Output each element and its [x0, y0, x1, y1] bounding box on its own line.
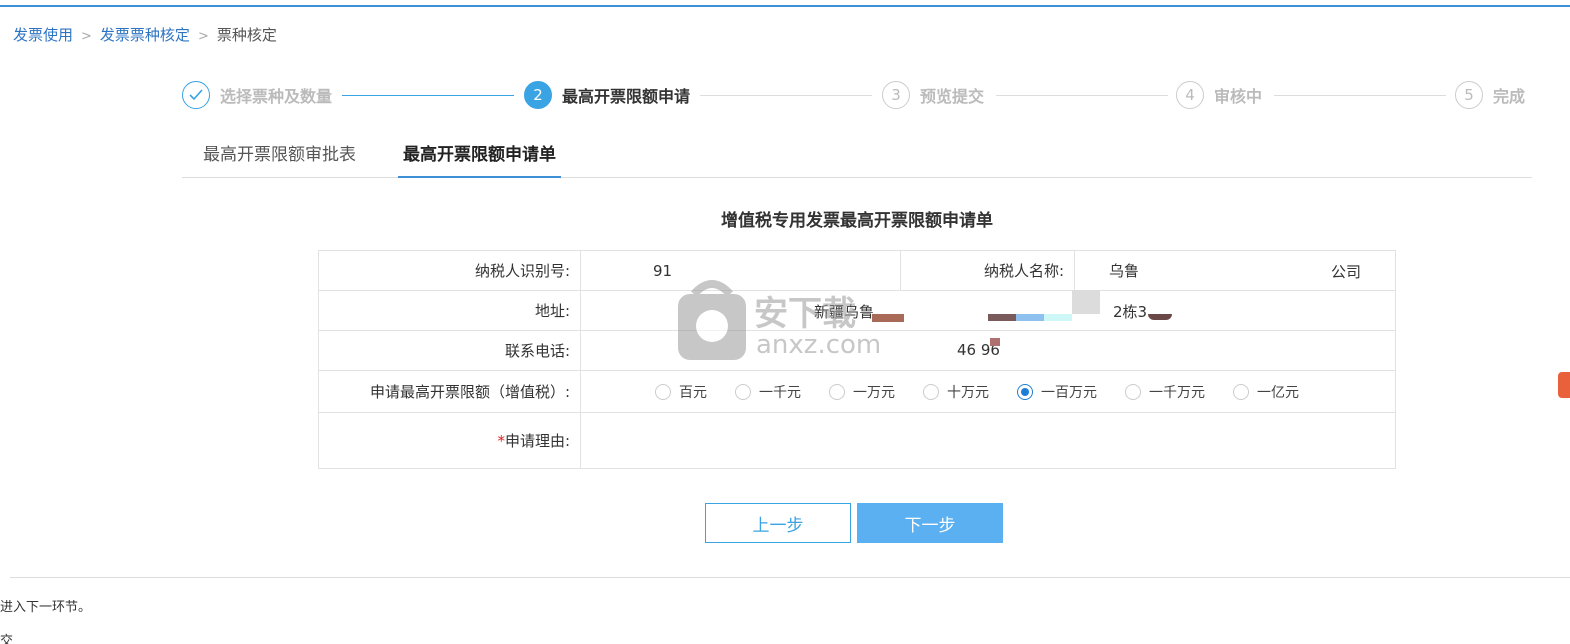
step-1: 选择票种及数量 [182, 80, 332, 110]
breadcrumb-current: 票种核定 [216, 26, 277, 44]
reason-input[interactable] [580, 412, 1396, 469]
step-label: 完成 [1493, 87, 1526, 106]
step-2: 2 最高开票限额申请 [524, 80, 690, 110]
step-5: 5 完成 [1455, 80, 1525, 110]
step-number: 5 [1455, 81, 1483, 109]
breadcrumb-link-invoice-type-approval[interactable]: 发票票种核定 [100, 26, 190, 44]
form-title: 增值税专用发票最高开票限额申请单 [721, 211, 993, 231]
limit-options-cell: 百元 一千元 一万元 十万元 一百万元 一千万元 一亿元 [580, 370, 1396, 413]
step-number: 3 [882, 81, 910, 109]
redaction-block [1148, 314, 1172, 320]
radio-label: 一百万元 [1041, 384, 1097, 401]
step-4: 4 审核中 [1176, 80, 1262, 110]
tab-application-form[interactable]: 最高开票限额申请单 [398, 138, 561, 178]
required-mark: * [497, 432, 505, 450]
taxpayer-id-label: 纳税人识别号: [318, 250, 581, 291]
step-label: 审核中 [1214, 87, 1263, 106]
redaction-block [988, 314, 1016, 321]
radio-circle[interactable] [1233, 383, 1249, 400]
redaction-block [872, 314, 904, 322]
radio-label: 一千元 [759, 384, 801, 401]
radio-label: 十万元 [947, 384, 989, 401]
top-accent-line [0, 5, 1570, 7]
tab-approval-form[interactable]: 最高开票限额审批表 [198, 138, 361, 178]
divider [10, 577, 1570, 578]
breadcrumb-link-invoice-use[interactable]: 发票使用 [13, 26, 73, 44]
radio-option-hundred-million[interactable]: 一亿元 [1233, 382, 1299, 402]
table-row: 联系电话: 46 96 [318, 330, 1396, 371]
taxpayer-name-value: 乌鲁 [1109, 262, 1140, 280]
breadcrumb: 发票使用 > 发票票种核定 > 票种核定 [13, 24, 277, 45]
step-number: 2 [524, 81, 552, 109]
breadcrumb-separator: > [197, 29, 209, 44]
radio-label: 百元 [679, 384, 707, 401]
radio-circle-selected[interactable] [1017, 383, 1033, 400]
progress-stepper: 选择票种及数量 2 最高开票限额申请 3 预览提交 4 审核中 5 完成 [182, 80, 1532, 112]
table-row: *申请理由: [318, 412, 1396, 469]
radio-circle[interactable] [923, 383, 939, 400]
redaction-block [1016, 314, 1044, 321]
radio-circle[interactable] [1125, 383, 1141, 400]
radio-circle[interactable] [735, 383, 751, 400]
limit-label: 申请最高开票限额（增值税）: [318, 370, 581, 413]
footer-note: 进入下一环节。 [0, 600, 92, 615]
side-float-icon[interactable] [1558, 372, 1570, 398]
step-connector [996, 95, 1168, 96]
table-row: 申请最高开票限额（增值税）: 百元 一千元 一万元 十万元 一百万元 一千万元 … [318, 370, 1396, 413]
table-row: 地址: 新疆乌鲁 2栋3 [318, 290, 1396, 331]
taxpayer-name-suffix: 公司 [1330, 263, 1361, 281]
radio-option-million[interactable]: 一百万元 [1017, 382, 1097, 402]
radio-label: 一千万元 [1149, 384, 1205, 401]
phone-cell: 46 96 [580, 330, 1396, 371]
address-cell: 新疆乌鲁 2栋3 [580, 290, 1396, 331]
step-connector [342, 95, 514, 96]
radio-circle[interactable] [655, 383, 671, 400]
prev-step-button[interactable]: 上一步 [705, 503, 851, 543]
step-3: 3 预览提交 [882, 80, 984, 110]
limit-radio-group: 百元 一千元 一万元 十万元 一百万元 一千万元 一亿元 [581, 372, 1395, 412]
application-form-table: 纳税人识别号: 91 纳税人名称: 乌鲁 公司 地址: 新疆乌鲁 2栋3 联系电… [318, 250, 1396, 469]
address-label: 地址: [318, 290, 581, 331]
step-connector [1274, 95, 1446, 96]
radio-label: 一亿元 [1257, 384, 1299, 401]
radio-option-hundred[interactable]: 百元 [655, 382, 707, 402]
radio-option-hundred-thousand[interactable]: 十万元 [923, 382, 989, 402]
address-suffix: 2栋3 [1113, 303, 1148, 321]
reason-label-cell: *申请理由: [318, 412, 581, 469]
taxpayer-name-label: 纳税人名称: [900, 250, 1075, 291]
step-label: 选择票种及数量 [220, 87, 333, 106]
breadcrumb-separator: > [81, 29, 92, 44]
radio-label: 一万元 [853, 384, 895, 401]
taxpayer-id-value: 91 [580, 250, 901, 291]
step-connector [700, 95, 872, 96]
next-step-button[interactable]: 下一步 [857, 503, 1003, 543]
reason-label: 申请理由: [504, 432, 570, 450]
taxpayer-name-cell: 乌鲁 公司 [1074, 250, 1396, 291]
radio-option-ten-thousand[interactable]: 一万元 [829, 382, 895, 402]
radio-circle[interactable] [829, 383, 845, 400]
footer-note-2: 交 [0, 634, 14, 644]
phone-label: 联系电话: [318, 330, 581, 371]
radio-option-ten-million[interactable]: 一千万元 [1125, 382, 1205, 402]
redaction-block [1072, 290, 1100, 314]
redaction-block [1044, 314, 1072, 321]
redaction-block [990, 338, 1000, 346]
step-number: 4 [1176, 81, 1204, 109]
check-icon [182, 81, 210, 109]
form-tabs: 最高开票限额审批表 最高开票限额申请单 [182, 138, 1532, 178]
table-row: 纳税人识别号: 91 纳税人名称: 乌鲁 公司 [318, 250, 1396, 291]
step-label: 预览提交 [920, 87, 985, 106]
radio-option-thousand[interactable]: 一千元 [735, 382, 801, 402]
address-value: 新疆乌鲁 [814, 303, 875, 321]
step-label: 最高开票限额申请 [562, 87, 691, 106]
